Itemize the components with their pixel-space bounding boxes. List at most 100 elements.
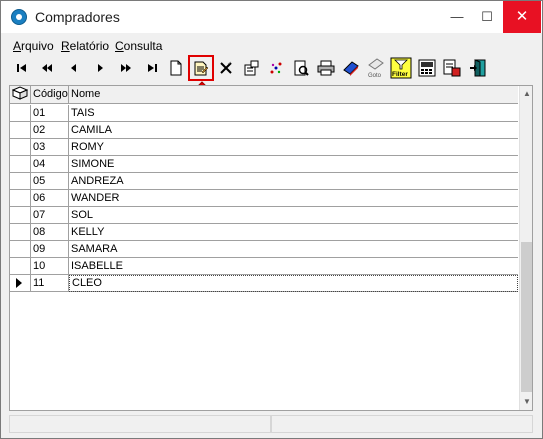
codigo-cell[interactable]: 03: [31, 139, 69, 155]
codigo-cell[interactable]: 09: [31, 241, 69, 257]
menu-arquivo[interactable]: Arquivo: [13, 39, 54, 53]
codigo-cell[interactable]: 06: [31, 190, 69, 206]
last-icon: [148, 64, 157, 72]
nome-cell[interactable]: WANDER: [69, 190, 518, 206]
new-record-button[interactable]: [165, 57, 187, 79]
goto-button[interactable]: Goto: [365, 57, 387, 79]
table-row[interactable]: 05 ANDREZA: [10, 173, 518, 190]
codigo-cell[interactable]: 04: [31, 156, 69, 172]
nome-cell[interactable]: ISABELLE: [69, 258, 518, 274]
nome-cell[interactable]: ROMY: [69, 139, 518, 155]
codigo-cell[interactable]: 08: [31, 224, 69, 240]
row-indicator[interactable]: [10, 241, 31, 257]
filter-label: Filter: [392, 71, 408, 78]
row-indicator[interactable]: [10, 173, 31, 189]
scroll-up-arrow-icon[interactable]: ▲: [520, 86, 532, 102]
prior-page-button[interactable]: [36, 57, 58, 79]
row-indicator[interactable]: [10, 224, 31, 240]
first-record-button[interactable]: [11, 57, 33, 79]
table-row[interactable]: 07 SOL: [10, 207, 518, 224]
row-indicator[interactable]: [10, 275, 31, 291]
scroll-down-arrow-icon[interactable]: ▼: [520, 394, 532, 410]
bookmark-button[interactable]: [340, 57, 362, 79]
maximize-button[interactable]: ☐: [473, 1, 501, 33]
nome-cell[interactable]: CLEO: [69, 275, 518, 292]
codigo-cell[interactable]: 05: [31, 173, 69, 189]
app-icon: [11, 9, 27, 25]
next-page-button[interactable]: [115, 57, 137, 79]
codigo-cell[interactable]: 07: [31, 207, 69, 223]
scroll-thumb[interactable]: [521, 242, 532, 392]
row-indicator[interactable]: [10, 139, 31, 155]
nome-cell[interactable]: SAMARA: [69, 241, 518, 257]
navigator-toolbar: Goto Filter: [11, 55, 491, 81]
table-row[interactable]: 10 ISABELLE: [10, 258, 518, 275]
row-indicator[interactable]: [10, 122, 31, 138]
record-indicator-header: [10, 86, 31, 104]
properties-button[interactable]: [240, 57, 262, 79]
table-row[interactable]: 03 ROMY: [10, 139, 518, 156]
column-header-nome[interactable]: Nome: [69, 86, 518, 104]
minimize-button[interactable]: —: [443, 1, 471, 33]
nome-cell[interactable]: CAMILA: [69, 122, 518, 138]
table-row[interactable]: 06 WANDER: [10, 190, 518, 207]
nome-cell[interactable]: ANDREZA: [69, 173, 518, 189]
vertical-scrollbar[interactable]: ▲ ▼: [519, 86, 532, 410]
table-row[interactable]: 01 TAIS: [10, 105, 518, 122]
codigo-cell[interactable]: 01: [31, 105, 69, 121]
next-icon: [98, 64, 103, 72]
book-icon: [11, 86, 29, 100]
title-bar[interactable]: Compradores — ☐ ✕: [1, 1, 542, 33]
menu-relatorio[interactable]: Relatório: [61, 39, 109, 53]
rewind-icon: [42, 64, 52, 72]
nome-cell[interactable]: TAIS: [69, 105, 518, 121]
goto-label: Goto: [368, 73, 382, 79]
goto-icon: Goto: [368, 58, 384, 79]
menu-consulta[interactable]: Consulta: [115, 39, 162, 53]
prior-icon: [71, 64, 76, 72]
codigo-cell[interactable]: 02: [31, 122, 69, 138]
table-row[interactable]: 09 SAMARA: [10, 241, 518, 258]
nome-cell[interactable]: KELLY: [69, 224, 518, 240]
exit-door-icon: [470, 59, 486, 77]
first-icon: [17, 64, 26, 72]
grid-header: Código Nome: [10, 86, 518, 104]
status-pane-left: [9, 415, 271, 433]
codigo-cell[interactable]: 10: [31, 258, 69, 274]
table-row[interactable]: 08 KELLY: [10, 224, 518, 241]
table-row-current[interactable]: 11 CLEO: [10, 275, 518, 292]
export-icon: [443, 59, 461, 77]
refresh-button[interactable]: [265, 57, 287, 79]
table-row[interactable]: 04 SIMONE: [10, 156, 518, 173]
delete-record-button[interactable]: [215, 57, 237, 79]
calculator-icon: [418, 59, 436, 77]
report-button[interactable]: [290, 57, 312, 79]
next-record-button[interactable]: [89, 57, 111, 79]
prior-record-button[interactable]: [63, 57, 85, 79]
edit-record-button[interactable]: [188, 55, 214, 81]
status-pane-right: [271, 415, 533, 433]
row-indicator[interactable]: [10, 258, 31, 274]
close-button[interactable]: ✕: [503, 1, 541, 33]
row-indicator[interactable]: [10, 190, 31, 206]
row-indicator[interactable]: [10, 105, 31, 121]
row-indicator[interactable]: [10, 207, 31, 223]
last-record-button[interactable]: [141, 57, 163, 79]
nome-cell[interactable]: SOL: [69, 207, 518, 223]
window-title: Compradores: [35, 9, 120, 25]
nome-cell[interactable]: SIMONE: [69, 156, 518, 172]
table-row[interactable]: 02 CAMILA: [10, 122, 518, 139]
row-indicator[interactable]: [10, 156, 31, 172]
new-document-icon: [170, 60, 182, 76]
codigo-cell[interactable]: 11: [31, 275, 69, 291]
column-header-codigo[interactable]: Código: [31, 86, 69, 104]
exit-button[interactable]: [467, 57, 489, 79]
printer-icon: [317, 60, 335, 76]
print-button[interactable]: [315, 57, 337, 79]
compradores-grid[interactable]: Código Nome 01 TAIS 02 CAMILA 03 ROMY 04: [9, 85, 533, 411]
sparkle-icon: [270, 62, 282, 74]
edit-document-icon: [194, 61, 209, 76]
filter-button[interactable]: Filter: [390, 57, 412, 79]
export-button[interactable]: [441, 57, 463, 79]
calculator-button[interactable]: [416, 57, 438, 79]
